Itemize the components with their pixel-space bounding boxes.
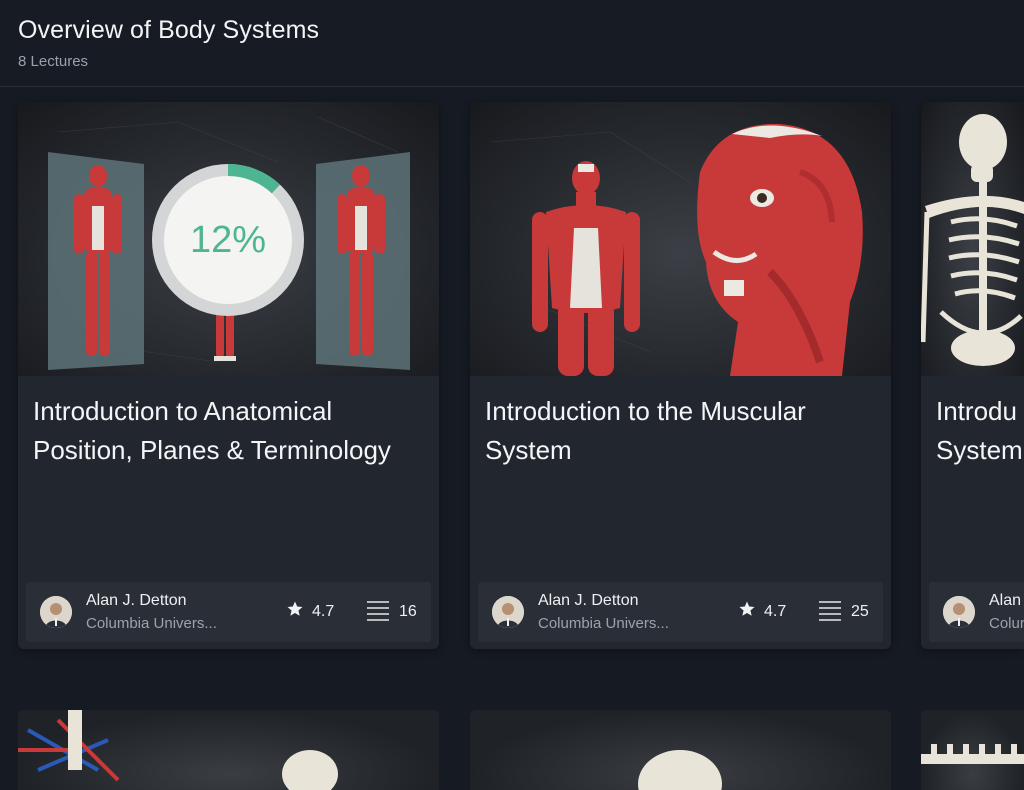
cardiovascular-illustration bbox=[18, 710, 338, 790]
rating-value: 4.7 bbox=[312, 603, 335, 620]
avatar-image bbox=[492, 596, 524, 628]
lecture-card-muscular-system[interactable]: Introduction to the Muscular System Alan… bbox=[470, 102, 891, 649]
lecture-card-row2-1[interactable] bbox=[18, 710, 439, 790]
avatar-image bbox=[40, 596, 72, 628]
lecture-card-row2-3[interactable] bbox=[921, 710, 1024, 790]
list-icon bbox=[367, 601, 389, 621]
skull-illustration bbox=[638, 750, 722, 790]
author-avatar[interactable] bbox=[40, 596, 72, 628]
page-title: Overview of Body Systems bbox=[18, 16, 320, 44]
course-header: Overview of Body Systems 8 Lectures bbox=[0, 0, 1024, 87]
avatar-image bbox=[943, 596, 975, 628]
progress-percent: 12% bbox=[189, 218, 267, 261]
author-institution: Columbia Univers... bbox=[538, 615, 669, 632]
rating-value: 4.7 bbox=[764, 603, 787, 620]
star-icon bbox=[739, 601, 755, 616]
lecture-thumbnail bbox=[921, 102, 1024, 376]
lecture-count-subtitle: 8 Lectures bbox=[18, 53, 89, 70]
skeleton-illustration bbox=[921, 114, 1024, 366]
author-name[interactable]: Alan J. Detton bbox=[538, 592, 639, 610]
lecture-card-anatomical-position[interactable]: 12% Introduction to Anatomical Position,… bbox=[18, 102, 439, 649]
author-avatar[interactable] bbox=[492, 596, 524, 628]
lecture-footer: Alan Colur bbox=[929, 582, 1024, 642]
lecture-count: 25 bbox=[851, 603, 869, 620]
star-icon bbox=[287, 601, 303, 616]
lecture-thumbnail: 12% bbox=[18, 102, 439, 376]
lecture-title-line1: Introdu bbox=[936, 396, 1017, 426]
lecture-footer: Alan J. Detton Columbia Univers... 4.7 1… bbox=[26, 582, 431, 642]
author-name[interactable]: Alan J. Detton bbox=[86, 592, 187, 610]
lecture-title[interactable]: Introdu System bbox=[936, 392, 1024, 470]
spine-illustration bbox=[921, 744, 1024, 764]
author-avatar[interactable] bbox=[943, 596, 975, 628]
muscular-system-illustration bbox=[489, 123, 863, 376]
lecture-title[interactable]: Introduction to Anatomical Position, Pla… bbox=[33, 392, 423, 470]
author-institution: Colur bbox=[989, 615, 1024, 632]
list-icon bbox=[819, 601, 841, 621]
lecture-card-row2-2[interactable] bbox=[470, 710, 891, 790]
lecture-footer: Alan J. Detton Columbia Univers... 4.7 2… bbox=[478, 582, 883, 642]
lecture-title-line2: System bbox=[936, 435, 1023, 465]
lecture-card-skeletal-system[interactable]: Introdu System Alan Colur bbox=[921, 102, 1024, 649]
author-institution: Columbia Univers... bbox=[86, 615, 217, 632]
lecture-count: 16 bbox=[399, 603, 417, 620]
author-name[interactable]: Alan bbox=[989, 592, 1021, 610]
lecture-thumbnail bbox=[470, 102, 891, 376]
lecture-title[interactable]: Introduction to the Muscular System bbox=[485, 392, 875, 470]
